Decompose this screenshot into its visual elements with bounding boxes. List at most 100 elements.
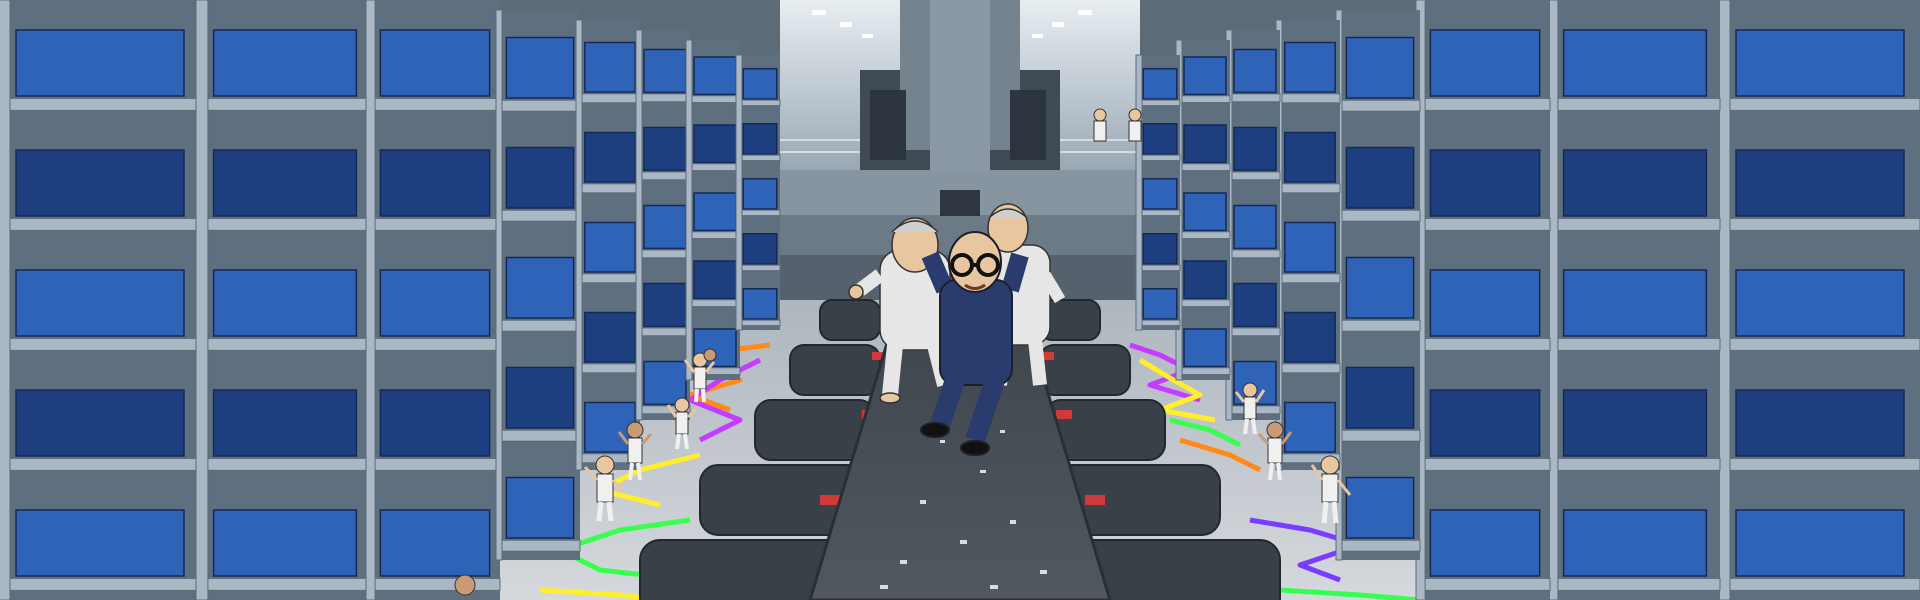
- shelf-beam: [1139, 154, 1181, 162]
- shelf-beam: [1279, 363, 1341, 374]
- shelf-beam: [1229, 249, 1281, 259]
- storage-bin: [212, 29, 358, 97]
- shelf-post: [685, 39, 693, 381]
- shelf-beam: [1719, 217, 1920, 231]
- shelf-beam: [739, 99, 781, 107]
- shelf-beam: [1719, 337, 1920, 351]
- storage-bin: [584, 221, 636, 273]
- storage-bin: [1735, 149, 1905, 217]
- shelf-beam: [1179, 95, 1231, 104]
- storage-bin: [1142, 288, 1178, 320]
- storage-bin: [584, 41, 636, 93]
- storage-bin: [15, 509, 185, 577]
- storage-bin: [212, 149, 358, 217]
- shelf-beam: [0, 577, 201, 591]
- shelf-beam: [369, 97, 501, 111]
- shelf-beam: [1229, 93, 1281, 103]
- shelf-beam: [689, 95, 741, 104]
- storage-bin: [1735, 389, 1905, 457]
- shelf-beam: [1139, 99, 1181, 107]
- storage-bin: [742, 288, 778, 320]
- storage-bin: [742, 123, 778, 155]
- storage-bin: [1429, 509, 1541, 577]
- shelf-beam: [1279, 93, 1341, 104]
- storage-bin: [1429, 29, 1541, 97]
- storage-bin: [1284, 401, 1336, 453]
- shelf-beam: [0, 217, 201, 231]
- shelf-beam: [1339, 539, 1421, 552]
- storage-bin: [1735, 269, 1905, 337]
- shelf-beam: [639, 327, 691, 337]
- storage-bin: [505, 366, 575, 429]
- storage-bin: [693, 260, 737, 300]
- storage-bin: [1735, 29, 1905, 97]
- shelf-beam: [0, 97, 201, 111]
- storage-bin: [15, 269, 185, 337]
- shelf-beam: [499, 429, 581, 442]
- shelf-beam: [1419, 457, 1551, 471]
- shelf-beam: [499, 99, 581, 112]
- shelf-beam: [1339, 429, 1421, 442]
- storage-bin: [15, 149, 185, 217]
- storage-bin: [379, 269, 491, 337]
- shelf-beam: [689, 163, 741, 172]
- shelf-beam: [499, 209, 581, 222]
- shelf-beam: [369, 217, 501, 231]
- shelf-beam: [639, 171, 691, 181]
- storage-bin: [1142, 123, 1178, 155]
- storage-bin: [212, 389, 358, 457]
- shelf-beam: [1339, 99, 1421, 112]
- shelf-beam: [689, 231, 741, 240]
- shelf-post: [195, 0, 209, 600]
- shelf-beam: [1719, 577, 1920, 591]
- shelf-beam: [1549, 337, 1721, 351]
- shelf-post: [735, 54, 743, 331]
- shelf-beam: [1549, 457, 1721, 471]
- storage-bin: [1284, 311, 1336, 363]
- shelf-beam: [579, 93, 641, 104]
- shelf-beam: [1719, 457, 1920, 471]
- shelf-beam: [199, 217, 371, 231]
- storage-bin: [1183, 56, 1227, 96]
- storage-bin: [15, 389, 185, 457]
- storage-bin: [1562, 29, 1708, 97]
- shelf-beam: [579, 363, 641, 374]
- shelf-post: [575, 19, 583, 471]
- shelf-beam: [499, 539, 581, 552]
- storage-bin: [1562, 149, 1708, 217]
- storage-bin: [1142, 233, 1178, 265]
- shelf-beam: [739, 264, 781, 272]
- shelf-post: [635, 29, 643, 421]
- back-worker: [1128, 108, 1142, 142]
- shelf-beam: [369, 337, 501, 351]
- storage-bin: [1429, 389, 1541, 457]
- storage-bin: [505, 36, 575, 99]
- shelf-beam: [1179, 299, 1231, 308]
- storage-bin: [1142, 178, 1178, 210]
- storage-bin: [1183, 124, 1227, 164]
- storage-bin: [742, 233, 778, 265]
- shelf-beam: [1139, 264, 1181, 272]
- storage-bin: [379, 149, 491, 217]
- shelf-beam: [579, 183, 641, 194]
- storage-bin: [643, 282, 687, 328]
- shelf-post: [495, 9, 503, 561]
- shelf-beam: [1549, 577, 1721, 591]
- storage-bin: [643, 126, 687, 172]
- storage-bin: [212, 509, 358, 577]
- storage-bin: [693, 124, 737, 164]
- storage-bin: [505, 256, 575, 319]
- shelf-beam: [1419, 337, 1551, 351]
- shelf-beam: [499, 319, 581, 332]
- shelf-beam: [639, 249, 691, 259]
- storage-bin: [643, 204, 687, 250]
- storage-bin: [379, 509, 491, 577]
- shelf-beam: [1179, 163, 1231, 172]
- back-worker: [1093, 108, 1107, 142]
- storage-bin: [1345, 476, 1415, 539]
- storage-bin: [1233, 282, 1277, 328]
- storage-bin: [643, 48, 687, 94]
- storage-bin: [1183, 260, 1227, 300]
- storage-bin: [693, 56, 737, 96]
- small-worker: [703, 348, 717, 362]
